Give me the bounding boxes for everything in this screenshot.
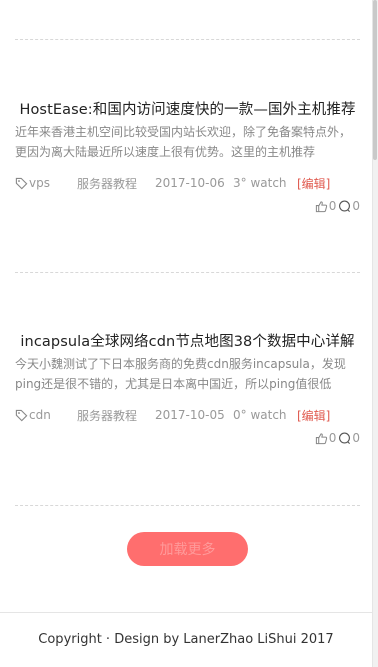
comment-count: 0 [352, 431, 360, 445]
post-watch-count: 3° watch [233, 176, 287, 190]
scrollbar-thumb[interactable] [373, 0, 377, 160]
post-item[interactable]: HostEase:和国内访问速度快的一款—国外主机推荐 近年来香港主机空间比较受… [15, 100, 360, 213]
comment-icon [339, 200, 351, 212]
post-item[interactable]: incapsula全球网络cdn节点地图38个数据中心详解 今天小魏测试了下日本… [15, 332, 360, 445]
tag-icon [15, 409, 28, 421]
post-tag-label: vps [29, 176, 50, 190]
post-tag[interactable]: vps [15, 176, 77, 190]
thumbs-up-icon [315, 432, 327, 444]
footer-copyright: Copyright · Design by LanerZhao LiShui 2… [38, 632, 334, 647]
post-excerpt: 近年来香港主机空间比较受国内站长欢迎，除了免备案特点外，更因为离大陆最近所以速度… [15, 125, 352, 159]
post-category[interactable]: 服务器教程 [77, 407, 155, 424]
comment-icon [339, 432, 351, 444]
post-meta: cdn 服务器教程 2017-10-05 0° watch [编辑] [15, 406, 360, 424]
comment-button[interactable]: 0 [338, 431, 360, 445]
edit-link[interactable]: [编辑] [297, 175, 330, 192]
post-stats: 0 0 [15, 431, 360, 445]
like-count: 0 [328, 199, 337, 213]
post-tag[interactable]: cdn [15, 408, 77, 422]
like-button[interactable]: 0 [315, 199, 337, 213]
post-list-page: HostEase:和国内访问速度快的一款—国外主机推荐 近年来香港主机空间比较受… [0, 0, 372, 667]
post-excerpt: 今天小魏测试了下日本服务商的免费cdn服务incapsula，发现ping还是很… [15, 357, 346, 391]
like-button[interactable]: 0 [315, 431, 337, 445]
post-tag-label: cdn [29, 408, 51, 422]
comment-count: 0 [352, 199, 360, 213]
scrollbar[interactable] [372, 0, 378, 667]
post-meta: vps 服务器教程 2017-10-06 3° watch [编辑] [15, 174, 360, 192]
footer-divider [0, 612, 372, 613]
load-more-button[interactable]: 加载更多 [127, 532, 248, 566]
edit-link[interactable]: [编辑] [297, 407, 330, 424]
post-date: 2017-10-05 [155, 408, 225, 422]
divider [15, 505, 360, 506]
comment-button[interactable]: 0 [338, 199, 360, 213]
post-watch-count: 0° watch [233, 408, 287, 422]
like-count: 0 [328, 431, 337, 445]
post-title[interactable]: incapsula全球网络cdn节点地图38个数据中心详解 [15, 332, 360, 352]
post-title[interactable]: HostEase:和国内访问速度快的一款—国外主机推荐 [15, 100, 360, 120]
post-date: 2017-10-06 [155, 176, 225, 190]
post-category[interactable]: 服务器教程 [77, 175, 155, 192]
thumbs-up-icon [315, 200, 327, 212]
divider [15, 39, 360, 40]
divider [15, 272, 360, 273]
post-stats: 0 0 [15, 199, 360, 213]
tag-icon [15, 177, 28, 189]
